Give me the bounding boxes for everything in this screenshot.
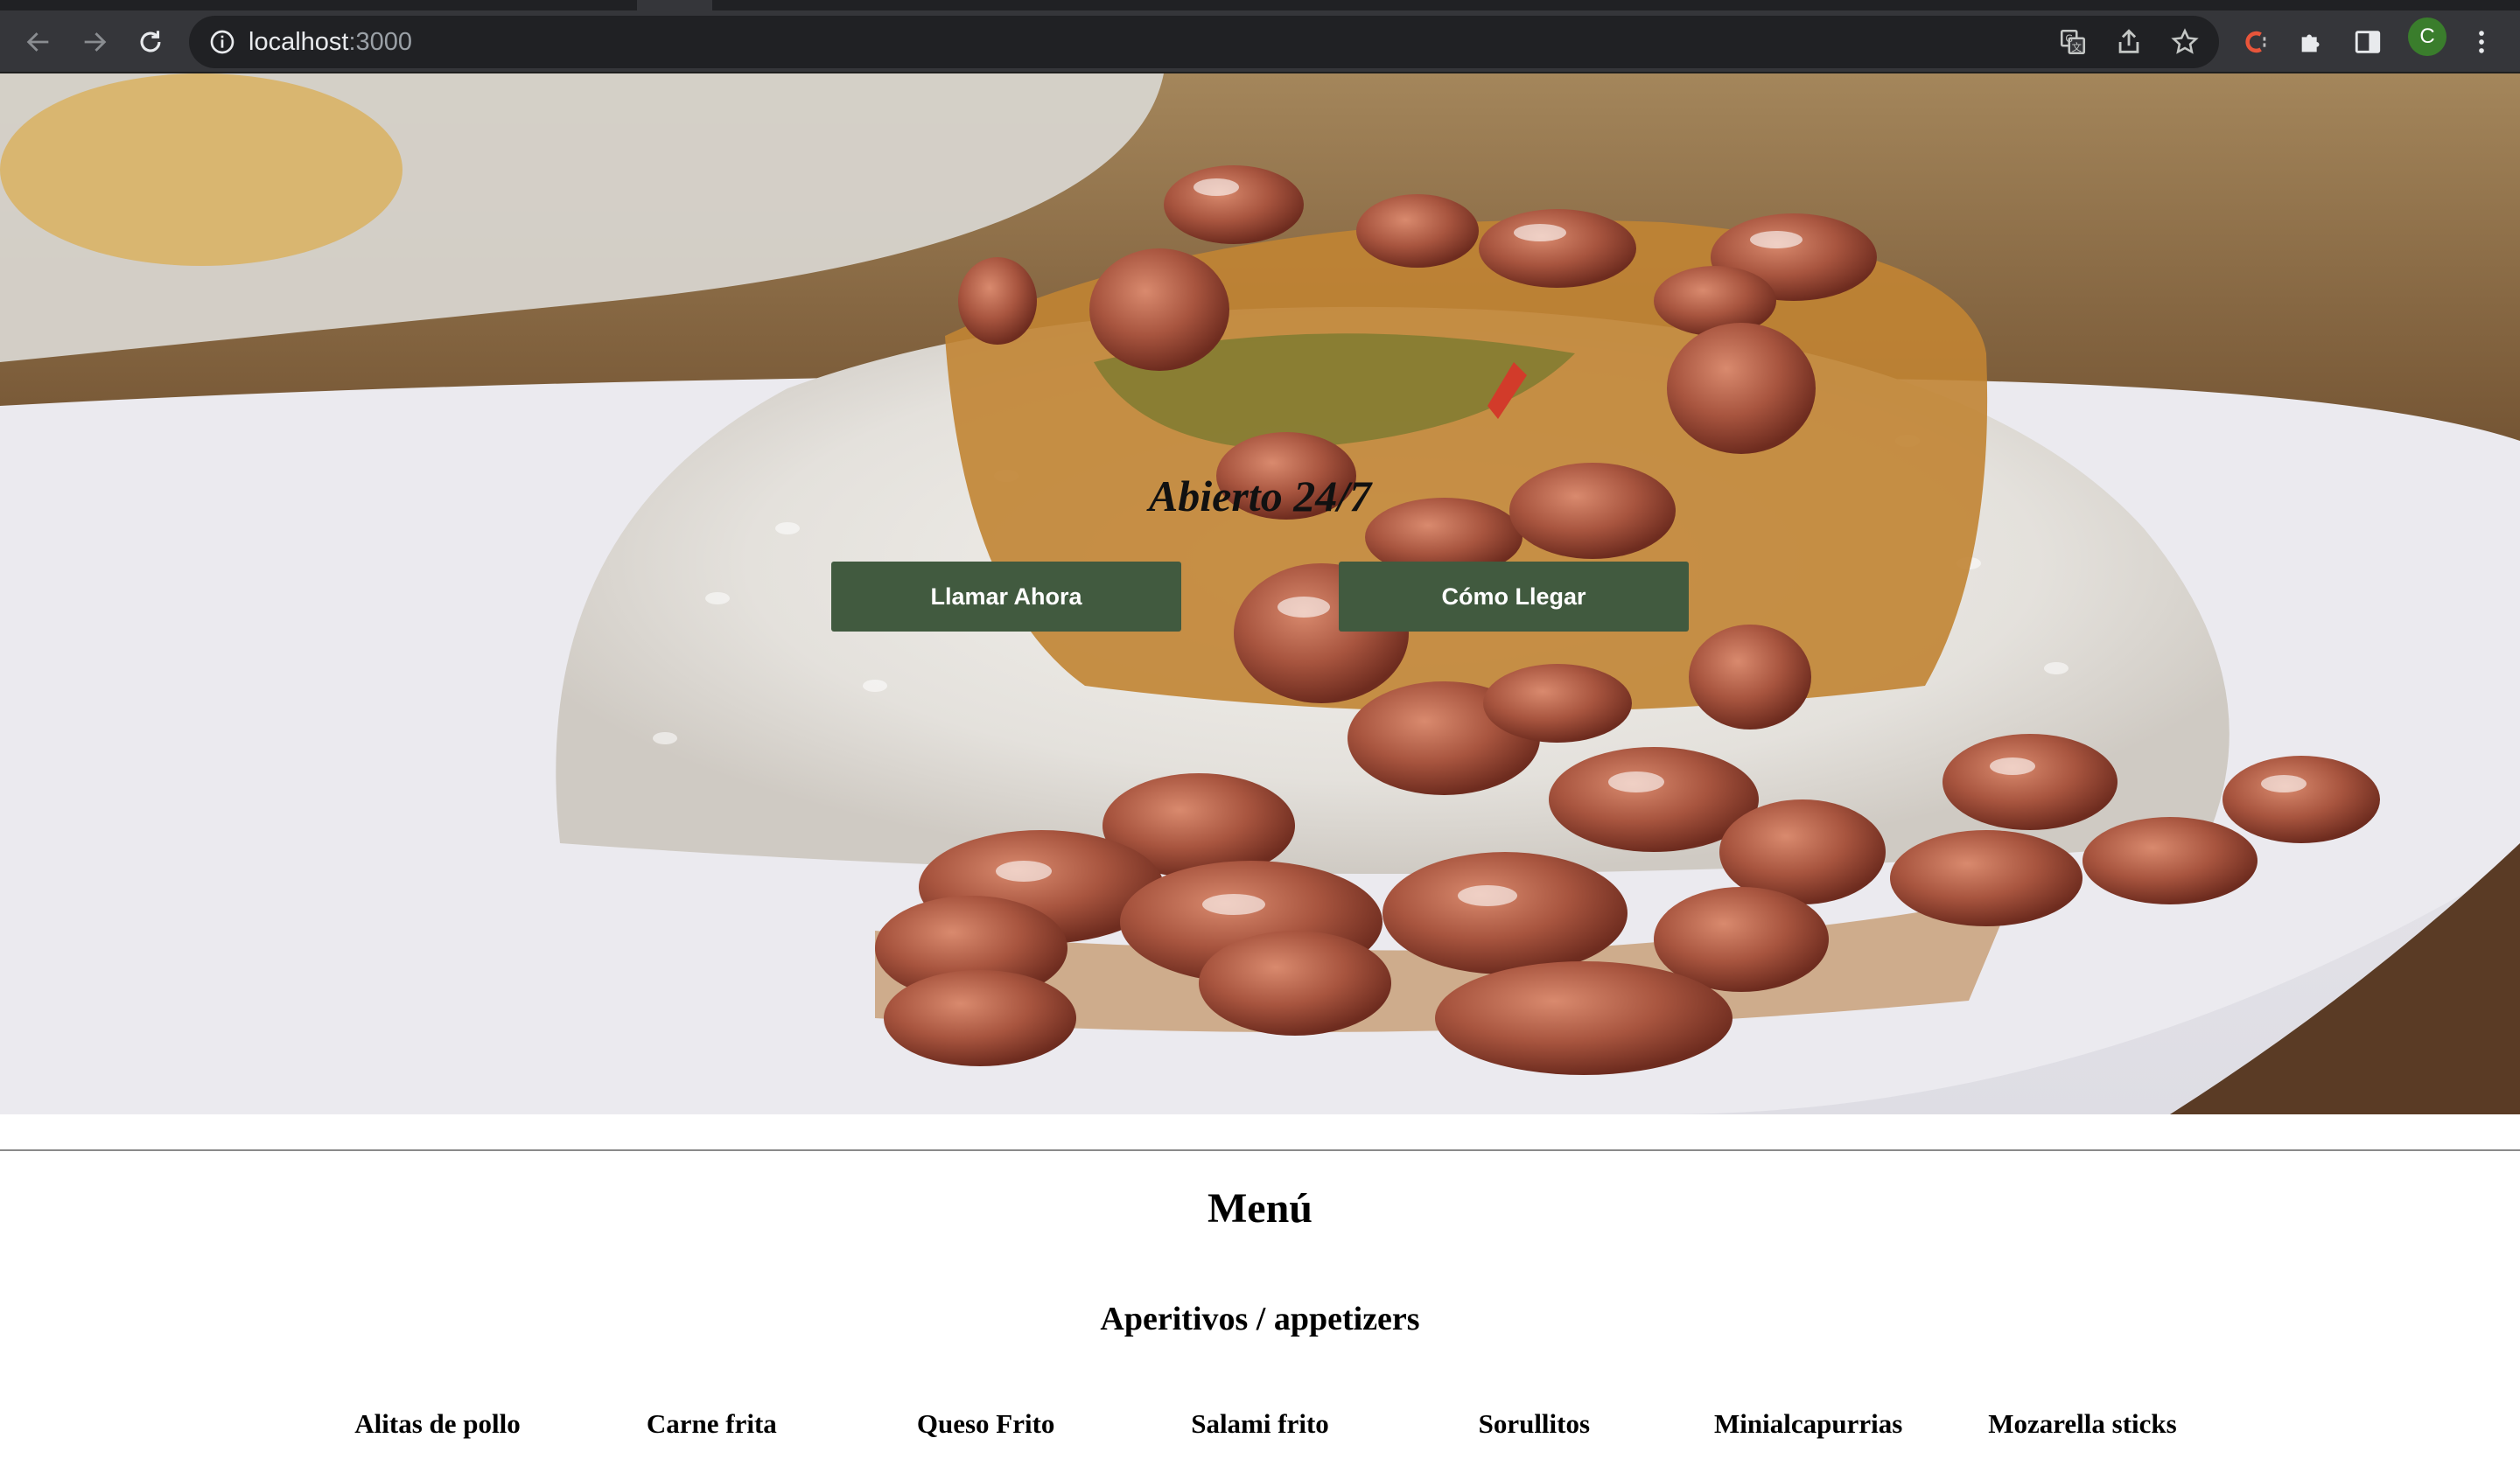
puzzle-icon[interactable]	[2292, 23, 2331, 61]
menu-item: Queso Frito	[916, 1408, 1055, 1439]
svg-text:G: G	[2065, 32, 2073, 45]
address-bar[interactable]: localhost:3000 文 G	[189, 16, 2219, 68]
menu-item: Salami frito	[1191, 1408, 1329, 1439]
url-text[interactable]: localhost:3000	[248, 16, 412, 68]
menu-item: Minialcapurrias	[1714, 1408, 1903, 1439]
menu-title: Menú	[1208, 1185, 1312, 1232]
info-icon[interactable]	[208, 28, 236, 56]
share-icon[interactable]	[2114, 27, 2144, 57]
hero-section: Abierto 24/7 Llamar Ahora Cómo Llegar	[0, 73, 2520, 1114]
hero-title: Abierto 24/7	[1148, 471, 1372, 520]
extension-c-icon[interactable]	[2236, 23, 2275, 61]
directions-button[interactable]: Cómo Llegar	[1339, 562, 1689, 632]
avatar-initial: C	[2419, 24, 2435, 48]
side-panel-icon[interactable]	[2348, 23, 2387, 61]
svg-text:文: 文	[2072, 41, 2082, 53]
reload-icon[interactable]	[131, 23, 170, 61]
menu-item-list: Alitas de pollo Carne frita Queso Frito …	[306, 1408, 2214, 1440]
tab-strip	[0, 0, 2520, 10]
call-now-button[interactable]: Llamar Ahora	[831, 562, 1181, 632]
section-divider	[0, 1149, 2520, 1151]
browser-chrome: localhost:3000 文 G C	[0, 0, 2520, 73]
back-icon[interactable]	[19, 23, 58, 61]
kebab-menu-icon[interactable]	[2462, 23, 2501, 61]
menu-item: Alitas de pollo	[354, 1408, 521, 1439]
star-icon[interactable]	[2170, 27, 2200, 57]
menu-item: Mozarella sticks	[1988, 1408, 2177, 1439]
active-tab[interactable]	[637, 0, 712, 10]
translate-icon[interactable]: 文 G	[2058, 27, 2088, 57]
menu-item: Carne frita	[646, 1408, 777, 1439]
browser-toolbar: localhost:3000 文 G C	[0, 10, 2520, 73]
menu-section-heading: Aperitivos / appetizers	[1100, 1301, 1420, 1337]
hero-background-image	[0, 73, 2520, 1114]
forward-icon[interactable]	[75, 23, 114, 61]
profile-avatar[interactable]: C	[2408, 17, 2446, 56]
menu-item: Sorullitos	[1478, 1408, 1591, 1439]
